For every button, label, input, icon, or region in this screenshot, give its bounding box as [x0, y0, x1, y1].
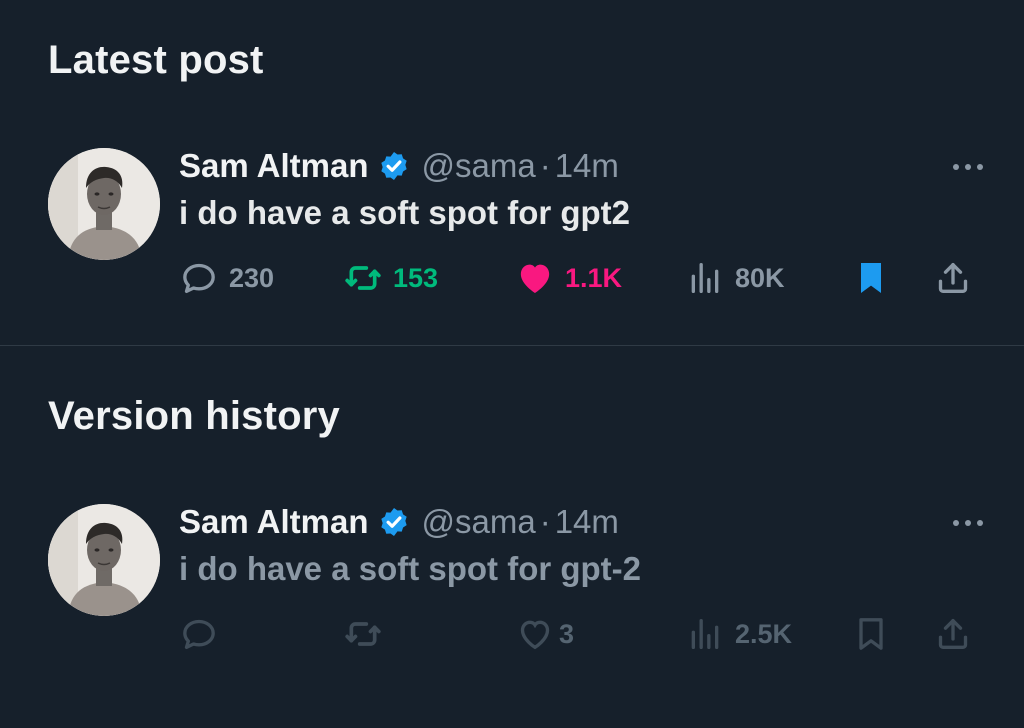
reply-count: 230 — [229, 262, 275, 293]
reply-icon — [183, 263, 215, 293]
action-bar: 230 153 1.1K 80K — [179, 258, 979, 302]
author-name[interactable]: Sam Altman — [179, 503, 369, 541]
author-handle[interactable]: @sama — [422, 503, 536, 541]
page: Latest post Sam Altman @sama · 14m i do … — [0, 0, 1024, 728]
bookmark-button[interactable] — [851, 258, 891, 298]
repost-count: 153 — [393, 262, 439, 293]
bookmark-icon — [859, 618, 883, 650]
share-icon — [938, 619, 968, 649]
action-bar: 3 2.5K — [179, 614, 979, 658]
verified-badge-icon — [380, 152, 407, 180]
tweet-header: Sam Altman @sama · 14m — [179, 147, 619, 185]
like-count: 3 — [559, 618, 575, 649]
like-count: 1.1K — [565, 262, 623, 293]
latest-post-tweet[interactable]: Sam Altman @sama · 14m i do have a soft … — [48, 147, 988, 318]
version-history-heading: Version history — [48, 394, 340, 438]
author-handle[interactable]: @sama — [422, 147, 536, 185]
reply-button — [179, 614, 219, 654]
repost-icon — [345, 266, 381, 290]
heart-icon — [520, 620, 550, 650]
verified-badge-icon — [380, 508, 407, 536]
section-divider — [0, 345, 1024, 346]
share-button[interactable] — [933, 258, 973, 298]
repost-button[interactable]: 153 — [343, 258, 438, 298]
views-count: 80K — [735, 262, 785, 293]
bookmark-button — [851, 614, 891, 654]
repost-button — [343, 614, 383, 654]
more-options-icon[interactable] — [948, 508, 988, 538]
latest-post-heading: Latest post — [48, 38, 264, 82]
reply-button[interactable]: 230 — [179, 258, 274, 298]
avatar[interactable] — [48, 504, 160, 616]
views-count: 2.5K — [735, 618, 793, 649]
heart-icon — [520, 264, 550, 293]
views-button: 2.5K — [685, 614, 792, 654]
author-name[interactable]: Sam Altman — [179, 147, 369, 185]
avatar-photo — [48, 504, 160, 616]
avatar[interactable] — [48, 148, 160, 260]
separator-dot: · — [539, 503, 551, 540]
tweet-text: i do have a soft spot for gpt-2 — [179, 550, 642, 587]
avatar-photo — [48, 148, 160, 260]
views-icon — [691, 263, 719, 293]
tweet-header: Sam Altman @sama · 14m — [179, 503, 619, 541]
views-button[interactable]: 80K — [685, 258, 785, 298]
tweet-text: i do have a soft spot for gpt2 — [179, 194, 631, 231]
bookmark-icon — [861, 263, 881, 293]
more-options-icon[interactable] — [948, 152, 988, 182]
timestamp[interactable]: 14m — [555, 147, 619, 185]
share-button — [933, 614, 973, 654]
version-history-tweet[interactable]: Sam Altman @sama · 14m i do have a soft … — [48, 503, 988, 674]
repost-icon — [345, 622, 381, 646]
like-button: 3 — [515, 614, 574, 654]
share-icon — [938, 263, 968, 293]
like-button[interactable]: 1.1K — [515, 258, 622, 298]
timestamp[interactable]: 14m — [555, 503, 619, 541]
views-icon — [691, 619, 719, 649]
reply-icon — [183, 619, 215, 649]
separator-dot: · — [539, 147, 551, 184]
